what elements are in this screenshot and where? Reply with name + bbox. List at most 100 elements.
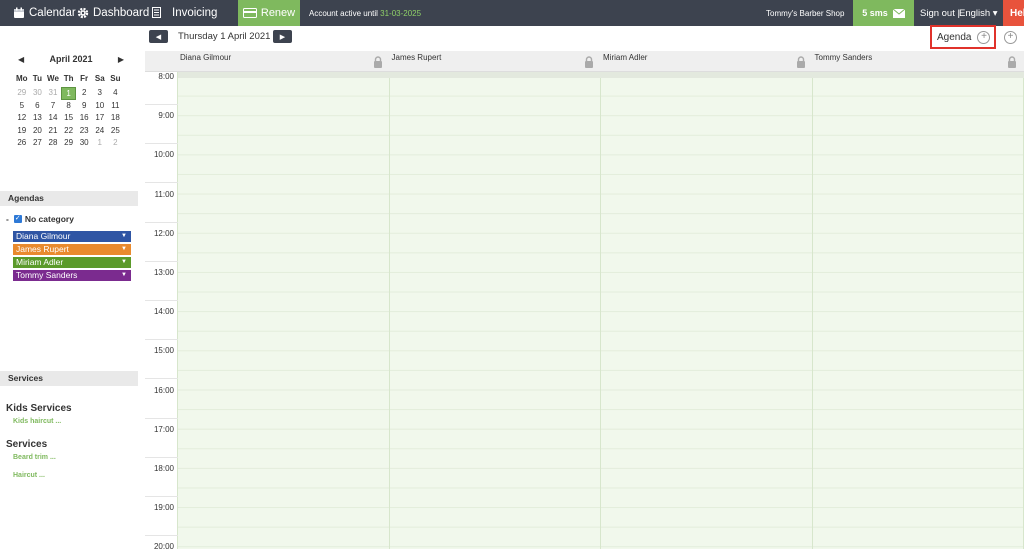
agenda-day-column[interactable]: [178, 72, 390, 549]
mini-calendar-day[interactable]: 6: [30, 100, 46, 113]
nav-calendar[interactable]: Calendar: [13, 0, 76, 26]
mini-calendar-day[interactable]: 21: [45, 125, 61, 138]
mini-calendar-day[interactable]: 26: [14, 137, 30, 150]
hour-label: 19:00: [153, 503, 174, 513]
mini-calendar-day[interactable]: 29: [14, 87, 30, 100]
all-day-strip[interactable]: [178, 72, 1024, 78]
nav-dashboard-label: Dashboard: [93, 7, 150, 19]
mini-calendar-day[interactable]: 18: [108, 112, 124, 125]
nav-calendar-label: Calendar: [29, 7, 76, 19]
credit-card-icon: [242, 8, 257, 18]
collapse-icon[interactable]: -: [6, 214, 9, 224]
mini-calendar-grid: Mo Tu We Th Fr Sa Su 29 30 31 1 2 3 4 5 6 7 8 9 10 11 12 13 14 1…: [14, 74, 128, 150]
mini-calendar-day[interactable]: 27: [30, 137, 46, 150]
lock-icon[interactable]: [373, 56, 383, 68]
service-item[interactable]: Kids haircut ...: [13, 418, 61, 425]
mini-calendar-day[interactable]: 10: [92, 100, 108, 113]
renew-button[interactable]: Renew: [238, 0, 300, 26]
mini-calendar-month: April 2021: [49, 54, 93, 64]
mini-calendar-day[interactable]: 22: [61, 125, 77, 138]
hour-divider: [145, 339, 178, 341]
service-item[interactable]: Haircut ...: [13, 472, 45, 479]
hour-label: 18:00: [153, 464, 174, 473]
add-agenda-button[interactable]: Agenda +: [930, 25, 996, 49]
lock-icon[interactable]: [796, 56, 806, 68]
checkbox-checked-icon[interactable]: ✓: [13, 215, 22, 223]
nav-invoicing[interactable]: Invoicing: [150, 0, 217, 26]
mini-calendar-day[interactable]: 16: [76, 112, 92, 125]
agenda-day-column[interactable]: [601, 72, 813, 549]
account-expiry-date: 31-03-2025: [380, 8, 422, 18]
help-button[interactable]: Help: [1003, 0, 1024, 26]
mini-calendar-day[interactable]: 3: [92, 87, 108, 100]
mini-calendar-day[interactable]: 2: [76, 87, 92, 100]
previous-day-button[interactable]: ◀: [149, 30, 168, 43]
mini-calendar-day[interactable]: 19: [14, 125, 30, 138]
agenda-day-column[interactable]: [389, 72, 601, 549]
mini-calendar-day[interactable]: 5: [14, 100, 30, 113]
mini-calendar-day[interactable]: 1: [60, 87, 77, 100]
lock-icon[interactable]: [584, 56, 594, 68]
add-button[interactable]: +: [1004, 30, 1017, 44]
mini-calendar-day[interactable]: 17: [92, 112, 108, 125]
envelope-icon: [892, 8, 905, 18]
mini-calendar-day[interactable]: 30: [76, 137, 92, 150]
gear-icon: [77, 7, 89, 19]
hour-label: 8:00: [158, 72, 174, 81]
nav-dashboard[interactable]: Dashboard: [77, 0, 149, 26]
caret-down-icon[interactable]: ▼: [121, 244, 127, 255]
language-dropdown[interactable]: English ▾: [959, 0, 998, 26]
mini-calendar-day[interactable]: 12: [14, 112, 30, 125]
mini-calendar-day[interactable]: 13: [30, 112, 46, 125]
mini-calendar-day[interactable]: 4: [108, 87, 124, 100]
hour-label: 10:00: [153, 150, 174, 160]
category-no-category[interactable]: - ✓ No category: [6, 214, 74, 224]
agenda-day-column[interactable]: [812, 72, 1024, 549]
agenda-name: James Rupert: [16, 244, 69, 254]
mini-calendar-day[interactable]: 29: [61, 137, 77, 150]
next-day-button[interactable]: ▶: [273, 30, 292, 43]
plus-circle-icon: +: [1004, 30, 1017, 44]
caret-down-icon[interactable]: ▼: [121, 270, 127, 281]
agenda-name: Miriam Adler: [16, 257, 64, 267]
mini-calendar-day[interactable]: 24: [92, 125, 108, 138]
category-label: No category: [24, 214, 74, 224]
sms-credits-button[interactable]: 5 sms: [853, 0, 914, 26]
arrow-left-icon: ◀: [155, 33, 162, 41]
invoice-icon: [152, 7, 161, 18]
caret-down-icon[interactable]: ▼: [121, 231, 127, 242]
previous-month-icon[interactable]: ◀: [18, 55, 24, 64]
mini-calendar-day[interactable]: 2: [108, 137, 124, 150]
mini-calendar-day[interactable]: 23: [76, 125, 92, 138]
next-month-icon[interactable]: ▶: [118, 55, 124, 64]
agenda-item[interactable]: Diana Gilmour ▼: [13, 231, 131, 242]
plus-circle-icon: +: [977, 30, 991, 44]
agenda-column-title: Miriam Adler: [603, 53, 648, 62]
hour-divider: [145, 221, 178, 223]
mini-calendar-day[interactable]: 15: [61, 112, 77, 125]
mini-calendar-day[interactable]: 9: [76, 100, 92, 113]
weekday-label: Su: [110, 74, 121, 83]
mini-calendar-day[interactable]: 8: [61, 100, 77, 113]
lock-icon[interactable]: [1007, 56, 1017, 68]
agenda-item[interactable]: Tommy Sanders ▼: [13, 270, 131, 281]
mini-calendar-day[interactable]: 11: [108, 100, 124, 113]
weekday-label: Mo: [16, 74, 28, 83]
mini-calendar-day[interactable]: 31: [45, 87, 61, 100]
mini-calendar-day[interactable]: 28: [45, 137, 61, 150]
sign-out-link[interactable]: Sign out |: [920, 0, 960, 26]
agenda-item[interactable]: Miriam Adler ▼: [13, 257, 131, 268]
weekday-label: We: [47, 74, 59, 83]
service-item[interactable]: Beard trim ...: [13, 454, 56, 461]
mini-calendar-day[interactable]: 25: [108, 125, 124, 138]
mini-calendar-day[interactable]: 7: [45, 100, 61, 113]
caret-down-icon[interactable]: ▼: [121, 257, 127, 268]
mini-calendar-day[interactable]: 30: [30, 87, 46, 100]
mini-calendar-day[interactable]: 14: [45, 112, 61, 125]
mini-calendar-day[interactable]: 20: [30, 125, 46, 138]
hour-divider: [145, 456, 178, 458]
agenda-item[interactable]: James Rupert ▼: [13, 244, 131, 255]
mini-calendar-day[interactable]: 1: [92, 137, 108, 150]
agenda-name: Diana Gilmour: [16, 231, 71, 241]
services-section-title: Services: [0, 371, 138, 386]
